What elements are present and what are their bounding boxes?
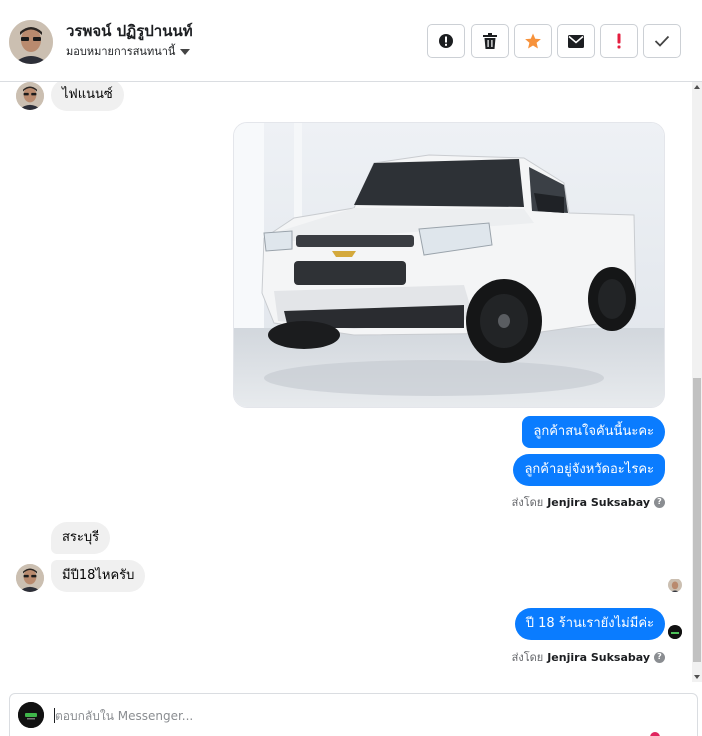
trash-icon: [483, 33, 497, 49]
sent-by-prefix: ส่งโดย: [511, 496, 544, 509]
follow-up-button[interactable]: [600, 24, 638, 58]
message-thread[interactable]: ไฟแนนซ์ ลูกค้าสนใจคันนี้นะคะ ลูกค้าอยู่จ…: [0, 82, 692, 682]
contact-avatar[interactable]: [9, 20, 53, 64]
sent-by-prefix: ส่งโดย: [511, 651, 544, 664]
reply-input[interactable]: [55, 705, 615, 727]
page-avatar: [18, 702, 44, 728]
delete-button[interactable]: [471, 24, 509, 58]
delivered-page-avatar: [668, 625, 682, 639]
outgoing-message: ปี 18 ร้านเรายังไม่มีค่ะ: [514, 608, 665, 640]
reply-composer: [9, 693, 698, 736]
contact-avatar-small: [16, 82, 44, 110]
star-button[interactable]: [514, 24, 552, 58]
thread-scrollbar[interactable]: [692, 82, 702, 682]
emoji-icon[interactable]: [650, 732, 660, 736]
envelope-icon: [568, 34, 584, 48]
incoming-message: มีปี18ไหครับ: [51, 560, 146, 592]
incoming-message: สระบุรี: [51, 522, 111, 554]
assign-label: มอบหมายการสนทนานี้: [66, 45, 176, 58]
help-icon[interactable]: ?: [654, 651, 665, 663]
star-icon: [525, 33, 541, 49]
shared-photo-pickup-truck[interactable]: ฒต 1713: [233, 122, 665, 408]
exclamation-icon: [617, 33, 621, 49]
scroll-down-arrow-icon[interactable]: [694, 675, 700, 679]
outgoing-message: ลูกค้าอยู่จังหวัดอะไรคะ: [513, 454, 665, 486]
scrollbar-thumb[interactable]: [693, 378, 701, 662]
mark-spam-button[interactable]: [427, 24, 465, 58]
sent-by-label: ส่งโดย Jenjira Suksabay ?: [512, 493, 665, 511]
mark-done-button[interactable]: [643, 24, 681, 58]
contact-name[interactable]: วรพจน์ ปฏิรูปานนท์: [66, 19, 193, 43]
check-icon: [654, 35, 670, 47]
seen-by-contact-avatar: [668, 578, 682, 592]
sent-by-label: ส่งโดย Jenjira Suksabay ?: [512, 648, 665, 666]
alert-circle-icon: [439, 34, 453, 48]
scroll-up-arrow-icon[interactable]: [694, 85, 700, 89]
contact-avatar-small: [16, 564, 44, 592]
conversation-header: วรพจน์ ปฏิรูปานนท์ มอบหมายการสนทนานี้: [0, 0, 702, 82]
outgoing-message: ลูกค้าสนใจคันนี้นะคะ: [522, 416, 665, 448]
sent-by-name: Jenjira Suksabay: [547, 495, 650, 509]
chevron-down-icon: [180, 48, 191, 55]
assign-conversation-dropdown[interactable]: มอบหมายการสนทนานี้: [66, 42, 191, 60]
help-icon[interactable]: ?: [654, 496, 665, 508]
incoming-message: ไฟแนนซ์: [51, 82, 124, 111]
mark-unread-button[interactable]: [557, 24, 595, 58]
sent-by-name: Jenjira Suksabay: [547, 650, 650, 664]
